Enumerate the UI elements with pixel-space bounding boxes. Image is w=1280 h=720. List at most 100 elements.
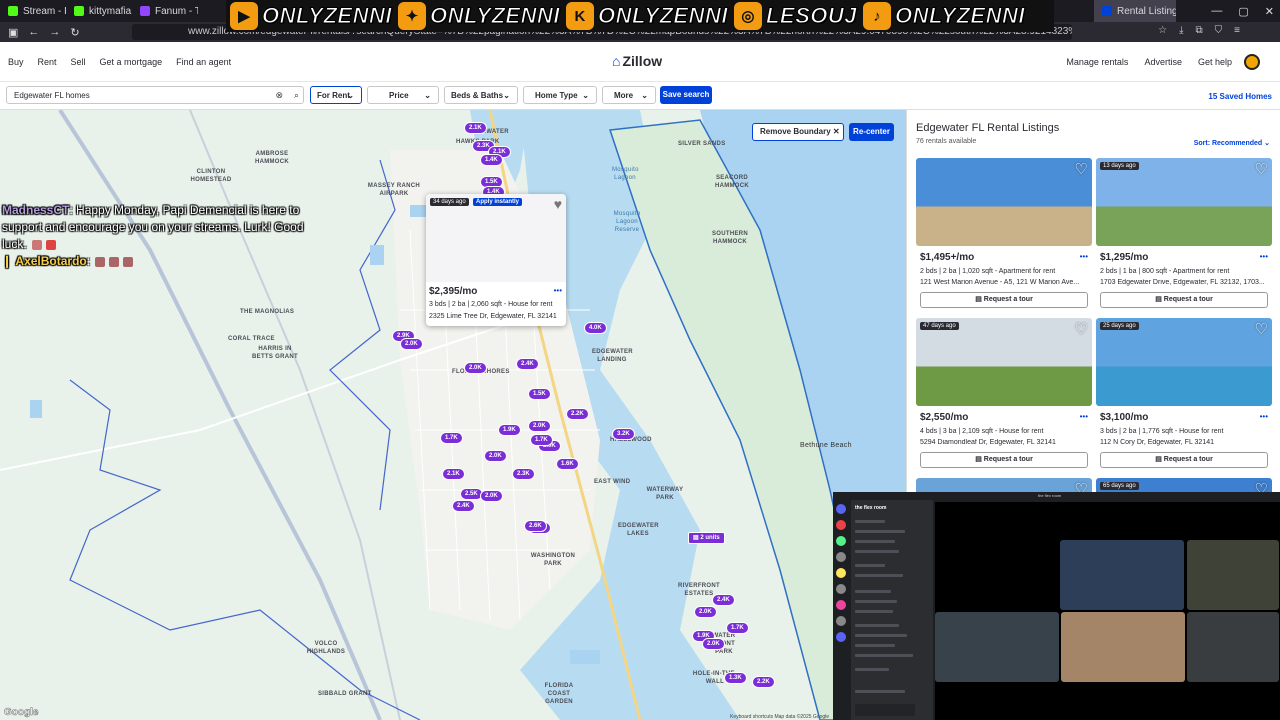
server-icon[interactable] xyxy=(836,568,846,578)
nav-get-help[interactable]: Get help xyxy=(1198,57,1232,67)
clear-icon[interactable]: ⊗ xyxy=(275,87,283,104)
price-pin[interactable]: 3.2K xyxy=(612,428,635,440)
listing-photo[interactable]: 13 days ago ♡ xyxy=(1096,158,1272,246)
back-icon[interactable]: ← xyxy=(28,26,39,38)
download-icon[interactable]: ⤓ xyxy=(1179,25,1183,36)
channel-item[interactable] xyxy=(855,540,895,543)
listing-card[interactable]: ♡ $1,495+/mo ••• 2 bds | 2 ba | 1,020 sqft … xyxy=(916,158,1092,314)
filter-beds-baths[interactable]: Beds & Baths ⌄ xyxy=(444,86,518,104)
user-panel[interactable] xyxy=(855,704,915,716)
zillow-logo[interactable]: ⌂ Zillow xyxy=(612,53,662,69)
price-pin[interactable]: 2.2K xyxy=(566,408,589,420)
request-tour-button[interactable]: ▤ Request a tour xyxy=(1100,452,1268,468)
price-pin[interactable]: 2.0K xyxy=(480,490,503,502)
price-pin[interactable]: 2.0K xyxy=(702,638,725,650)
channel-item[interactable] xyxy=(855,654,913,657)
forward-icon[interactable]: → xyxy=(49,26,60,38)
request-tour-button[interactable]: ▤ Request a tour xyxy=(1100,292,1268,308)
minimize-icon[interactable]: — xyxy=(1211,5,1222,17)
filter-more[interactable]: More ⌄ xyxy=(602,86,656,104)
price-pin[interactable]: 1.7K xyxy=(440,432,463,444)
price-pin[interactable]: 2.0K xyxy=(694,606,717,618)
heart-icon[interactable]: ♡ xyxy=(1075,320,1088,338)
more-icon[interactable]: ••• xyxy=(1260,252,1268,261)
maximize-icon[interactable]: ▢ xyxy=(1238,5,1248,18)
server-icon[interactable] xyxy=(836,584,846,594)
remove-boundary-button[interactable]: Remove Boundary ✕ xyxy=(752,123,844,141)
channel-item[interactable] xyxy=(855,590,891,593)
heart-icon[interactable]: ♡ xyxy=(1075,160,1088,178)
more-icon[interactable]: ••• xyxy=(1080,252,1088,261)
listing-photo[interactable]: ♡ xyxy=(916,158,1092,246)
channel-item[interactable] xyxy=(855,564,885,567)
bookmark-icon[interactable]: ☆ xyxy=(1158,25,1167,36)
server-icon[interactable] xyxy=(836,552,846,562)
server-icon[interactable] xyxy=(836,632,846,642)
screenshare-tile[interactable] xyxy=(1060,540,1184,610)
price-pin[interactable]: 1.7K xyxy=(530,434,553,446)
units-pin[interactable]: ▤ 2 units xyxy=(688,532,725,544)
channel-item[interactable] xyxy=(855,668,889,671)
price-pin[interactable]: 1.3K xyxy=(724,672,747,684)
price-pin[interactable]: 1.4K xyxy=(480,154,503,166)
heart-icon[interactable]: ♥ xyxy=(554,196,562,212)
price-pin[interactable]: 4.0K xyxy=(584,322,607,334)
more-icon[interactable]: ••• xyxy=(1260,412,1268,421)
server-icon[interactable] xyxy=(836,520,846,530)
filter-home-type[interactable]: Home Type ⌄ xyxy=(523,86,597,104)
listing-card[interactable]: 47 days ago ♡ $2,550/mo ••• 4 bds | 3 ba | 2… xyxy=(916,318,1092,474)
save-search-button[interactable]: Save search xyxy=(660,86,712,104)
listing-card[interactable]: 25 days ago ♡ $3,100/mo ••• 3 bds | 2 ba | 1… xyxy=(1096,318,1272,474)
price-pin[interactable]: 1.5K xyxy=(528,388,551,400)
sidebar-toggle-icon[interactable]: ▣ xyxy=(8,26,18,39)
price-pin[interactable]: 2.0K xyxy=(484,450,507,462)
price-pin[interactable]: 2.4K xyxy=(712,594,735,606)
browser-tab-active[interactable]: Rental Listings✕ xyxy=(1094,0,1176,22)
participant-tile[interactable] xyxy=(1061,612,1185,682)
participant-tile[interactable] xyxy=(935,612,1059,682)
browser-tab[interactable]: Stream - Kick Dash xyxy=(0,0,66,22)
menu-icon[interactable]: ≡ xyxy=(1234,25,1240,36)
price-pin[interactable]: 2.3K xyxy=(512,468,535,480)
price-pin[interactable]: 2.4K xyxy=(452,500,475,512)
request-tour-button[interactable]: ▤ Request a tour xyxy=(920,292,1088,308)
search-icon[interactable]: ⌕ xyxy=(294,87,299,104)
filter-price[interactable]: Price ⌄ xyxy=(367,86,439,104)
channel-item[interactable] xyxy=(855,624,899,627)
nav-rent[interactable]: Rent xyxy=(38,57,57,67)
nav-find-agent[interactable]: Find an agent xyxy=(176,57,231,67)
recenter-button[interactable]: Re-center xyxy=(849,123,894,141)
price-pin[interactable]: 2.1K xyxy=(464,122,487,134)
channel-item[interactable] xyxy=(855,690,905,693)
nav-buy[interactable]: Buy xyxy=(8,57,24,67)
listing-photo[interactable]: 47 days ago ♡ xyxy=(916,318,1092,406)
price-pin[interactable]: 1.9K xyxy=(498,424,521,436)
server-icon[interactable] xyxy=(836,616,846,626)
shield-icon[interactable]: ⛉ xyxy=(1215,25,1223,36)
filter-for-rent[interactable]: For Rent ⌄ xyxy=(310,86,362,104)
price-pin[interactable]: 2.6K xyxy=(524,520,547,532)
participant-tile[interactable] xyxy=(1187,612,1279,682)
close-window-icon[interactable]: ✕ xyxy=(1265,5,1274,18)
price-pin[interactable]: 1.6K xyxy=(556,458,579,470)
channel-item[interactable] xyxy=(855,634,907,637)
channel-item[interactable] xyxy=(855,610,893,613)
listing-card[interactable]: 13 days ago ♡ $1,295/mo ••• 2 bds | 1 ba | 8… xyxy=(1096,158,1272,314)
reload-icon[interactable]: ↻ xyxy=(70,26,79,39)
nav-mortgage[interactable]: Get a mortgage xyxy=(100,57,163,67)
listing-photo[interactable]: 25 days ago ♡ xyxy=(1096,318,1272,406)
server-icon[interactable] xyxy=(836,504,846,514)
channel-item[interactable] xyxy=(855,574,903,577)
search-input[interactable]: Edgewater FL homes ⊗ ⌕ xyxy=(6,86,304,104)
channel-item[interactable] xyxy=(855,600,897,603)
more-icon[interactable]: ••• xyxy=(554,286,562,295)
server-icon[interactable] xyxy=(836,536,846,546)
extensions-icon[interactable]: ⧉ xyxy=(1196,25,1203,36)
nav-manage-rentals[interactable]: Manage rentals xyxy=(1066,57,1128,67)
channel-item[interactable] xyxy=(855,520,885,523)
browser-tab[interactable]: Fanum - Twitch xyxy=(132,0,198,22)
more-icon[interactable]: ••• xyxy=(1080,412,1088,421)
heart-icon[interactable]: ♡ xyxy=(1255,320,1268,338)
server-icon[interactable] xyxy=(836,600,846,610)
price-pin[interactable]: 2.2K xyxy=(752,676,775,688)
